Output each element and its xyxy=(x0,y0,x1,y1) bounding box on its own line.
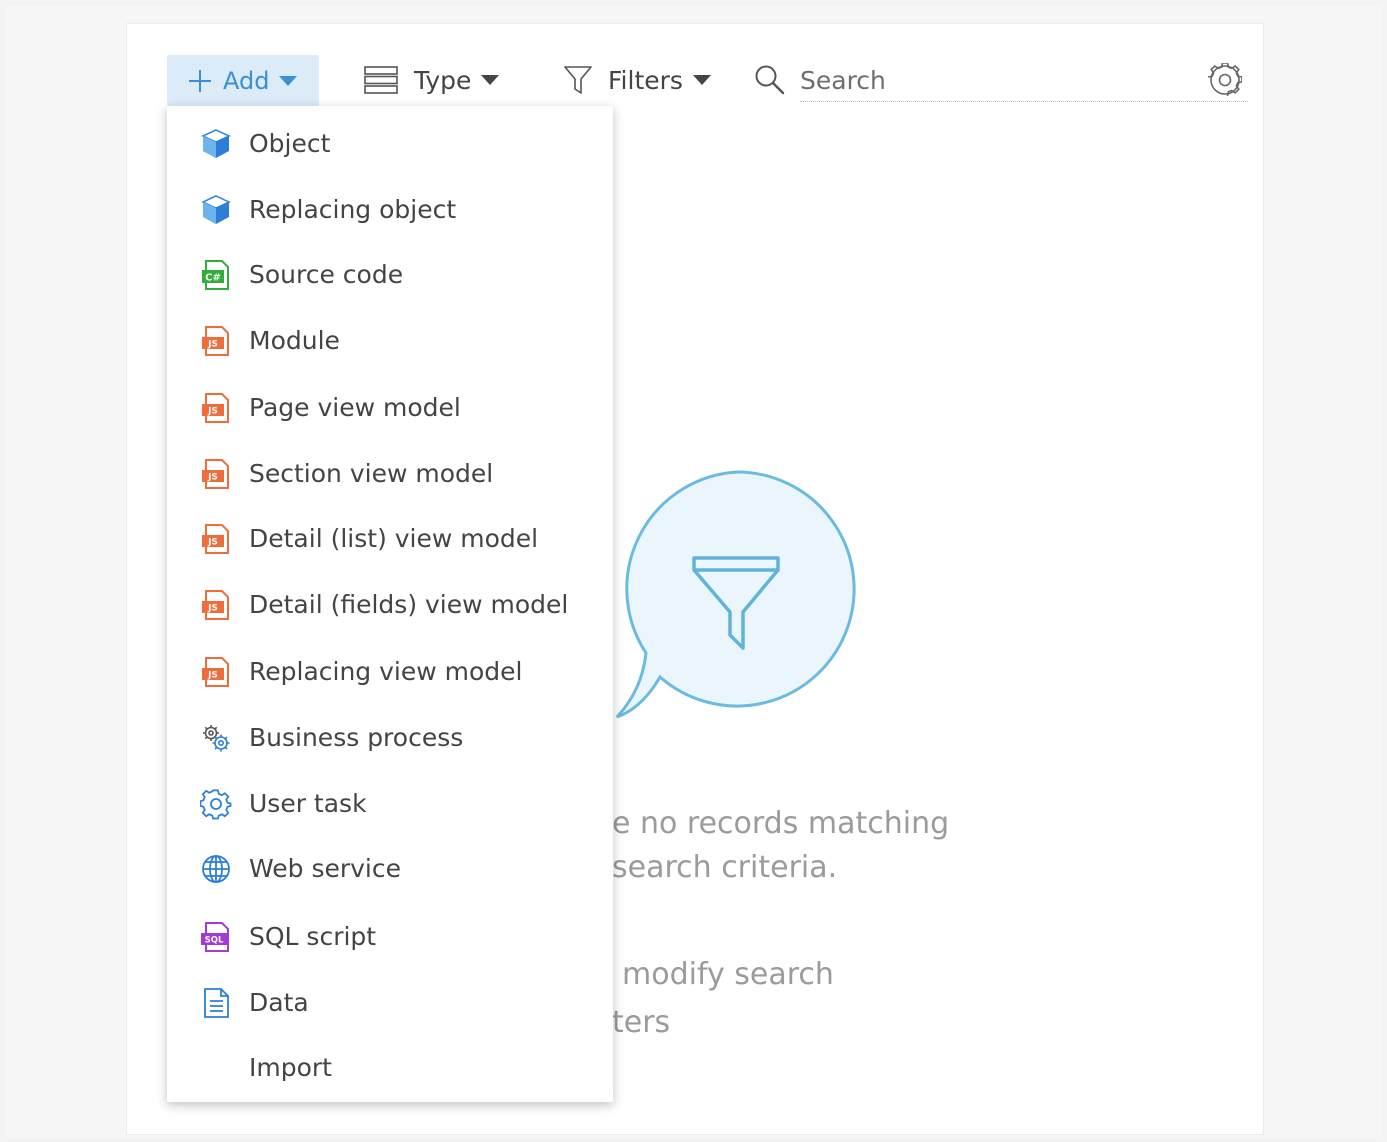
menu-item-replacing-view-model[interactable]: JS Replacing view model xyxy=(167,643,613,699)
menu-item-object[interactable]: Object xyxy=(167,115,613,171)
document-icon xyxy=(204,988,229,1018)
caret-down-icon xyxy=(481,75,500,85)
menu-item-label: Section view model xyxy=(249,458,494,488)
js-file-icon: JS xyxy=(202,524,229,554)
menu-item-label: SQL script xyxy=(249,921,377,951)
add-button[interactable]: Add xyxy=(167,55,319,106)
sql-file-icon: SQL xyxy=(201,922,229,952)
svg-text:JS: JS xyxy=(207,340,218,350)
menu-item-label: Object xyxy=(249,128,331,158)
menu-item-label: User task xyxy=(249,788,367,818)
menu-item-detail-fields-view-model[interactable]: JS Detail (fields) view model xyxy=(167,576,613,632)
menu-item-page-view-model[interactable]: JS Page view model xyxy=(167,379,613,435)
menu-item-replacing-object[interactable]: Replacing object xyxy=(167,181,613,237)
funnel-icon xyxy=(564,66,592,94)
type-filter-button[interactable]: Type xyxy=(364,60,500,100)
filters-label: Filters xyxy=(608,65,683,95)
menu-item-data[interactable]: Data xyxy=(167,974,613,1030)
caret-down-icon xyxy=(279,75,298,86)
menu-item-label: Data xyxy=(249,987,309,1017)
js-file-icon: JS xyxy=(202,459,229,489)
plus-icon xyxy=(189,69,211,92)
list-icon xyxy=(364,66,398,94)
js-file-icon: JS xyxy=(202,326,229,356)
empty-state-message-line2: search criteria. xyxy=(612,850,838,885)
type-label: Type xyxy=(414,65,472,95)
empty-state-filter-bubble-icon xyxy=(615,470,856,719)
menu-item-source-code[interactable]: C# Source code xyxy=(167,246,613,302)
caret-down-icon xyxy=(692,75,711,85)
search-input[interactable] xyxy=(800,60,1248,102)
gear-icon xyxy=(200,789,232,820)
menu-item-label: Replacing object xyxy=(249,194,457,224)
menu-item-import[interactable]: Import xyxy=(167,1039,613,1095)
menu-item-detail-list-view-model[interactable]: JS Detail (list) view model xyxy=(167,510,613,566)
menu-item-label: Detail (fields) view model xyxy=(249,589,569,619)
gears-icon xyxy=(203,725,230,752)
svg-text:SQL: SQL xyxy=(205,936,224,946)
menu-item-label: Page view model xyxy=(249,392,461,422)
add-dropdown-menu: Object Replacing object C# Source code J… xyxy=(167,106,613,1102)
menu-item-module[interactable]: JS Module xyxy=(167,312,613,368)
svg-text:JS: JS xyxy=(207,407,218,417)
globe-icon xyxy=(202,855,230,883)
settings-gear-icon[interactable] xyxy=(1208,63,1242,97)
add-button-label: Add xyxy=(223,66,270,95)
empty-state-hint-line1: modify search xyxy=(622,957,834,992)
filters-button[interactable]: Filters xyxy=(564,60,711,100)
empty-state-message-line1: e no records matching xyxy=(612,806,950,841)
menu-item-label: Replacing view model xyxy=(249,656,523,686)
js-file-icon: JS xyxy=(202,657,229,687)
object-cube-icon xyxy=(201,129,231,158)
object-cube-icon xyxy=(201,195,231,224)
menu-item-business-process[interactable]: Business process xyxy=(167,709,613,765)
csharp-file-icon: C# xyxy=(202,260,229,290)
menu-item-label: Web service xyxy=(249,853,402,883)
js-file-icon: JS xyxy=(202,393,229,423)
empty-state-hint-line2: ters xyxy=(612,1005,671,1040)
search-icon xyxy=(755,65,785,95)
svg-text:JS: JS xyxy=(207,538,218,548)
menu-item-web-service[interactable]: Web service xyxy=(167,840,613,896)
menu-item-label: Import xyxy=(249,1052,332,1082)
svg-text:C#: C# xyxy=(205,273,221,284)
js-file-icon: JS xyxy=(202,590,229,620)
svg-text:JS: JS xyxy=(207,473,218,483)
menu-item-label: Source code xyxy=(249,259,404,289)
menu-item-label: Business process xyxy=(249,722,464,752)
menu-item-label: Detail (list) view model xyxy=(249,523,539,553)
menu-item-label: Module xyxy=(249,325,340,355)
menu-item-user-task[interactable]: User task xyxy=(167,775,613,831)
svg-text:JS: JS xyxy=(207,604,218,614)
menu-item-sql-script[interactable]: SQL SQL script xyxy=(167,908,613,964)
svg-text:JS: JS xyxy=(207,671,218,681)
menu-item-section-view-model[interactable]: JS Section view model xyxy=(167,445,613,501)
